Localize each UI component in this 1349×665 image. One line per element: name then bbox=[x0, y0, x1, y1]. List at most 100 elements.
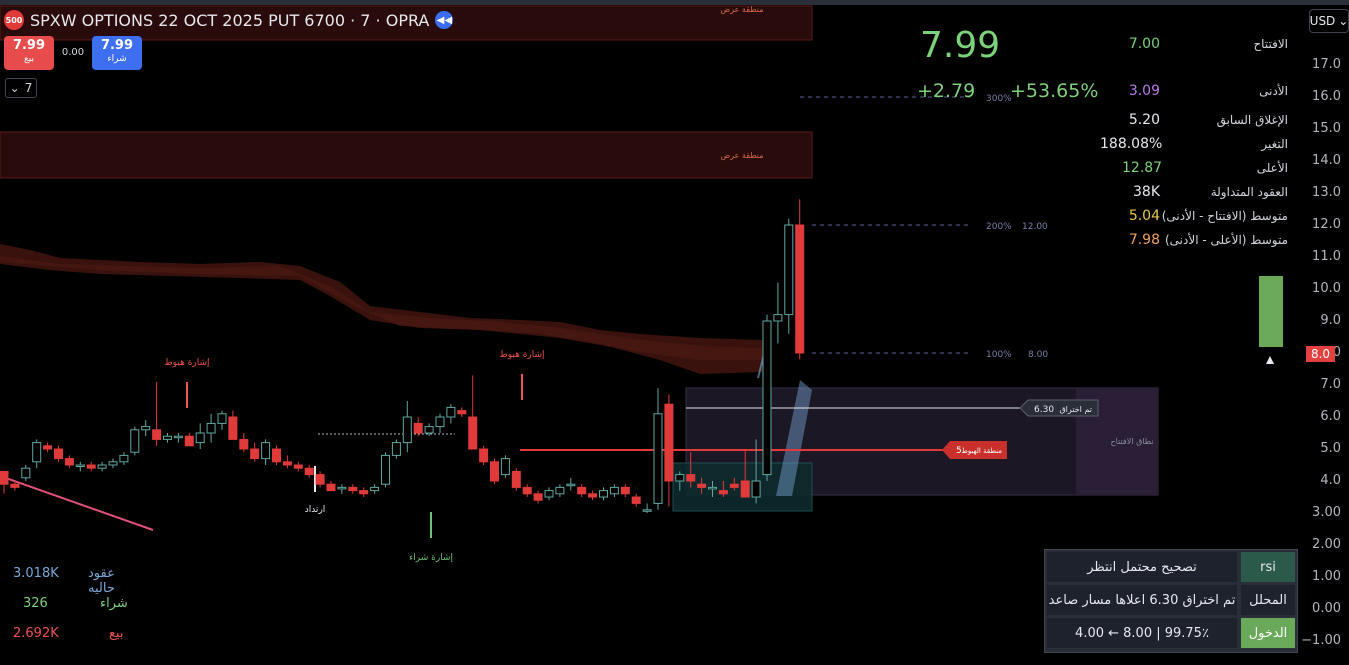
price-axis-tick: 2.00 bbox=[1312, 537, 1341, 552]
candle-body bbox=[566, 483, 576, 487]
candle-body bbox=[337, 486, 347, 490]
rsi-text: تصحيح محتمل انتظر bbox=[1047, 552, 1237, 582]
candle-body bbox=[206, 422, 216, 434]
candle-body bbox=[54, 448, 63, 460]
candle-body bbox=[97, 464, 107, 469]
price-axis-tick: 3.00 bbox=[1312, 505, 1341, 520]
candle-body bbox=[326, 483, 336, 492]
candle-body bbox=[0, 470, 9, 485]
candle-body bbox=[173, 435, 183, 439]
candle-body bbox=[740, 480, 750, 498]
buy-volume-label: شراء bbox=[100, 596, 128, 611]
downside-tag-label: منطقة الهبوط bbox=[961, 447, 1002, 455]
price-axis-tick: 17.0 bbox=[1312, 57, 1341, 72]
candle-body bbox=[708, 486, 717, 490]
candle-body bbox=[751, 480, 761, 498]
interval-selector[interactable]: ⌄ 7 bbox=[5, 78, 37, 98]
price-axis-tick: 15.0 bbox=[1312, 121, 1341, 136]
buy-label: شراء bbox=[107, 54, 127, 64]
candle-body bbox=[784, 224, 794, 316]
supply-zone-2-label: منطقة عرض bbox=[721, 151, 764, 160]
candle-body bbox=[609, 486, 619, 495]
currency-selector[interactable]: USD ⌄ bbox=[1309, 9, 1349, 33]
candle-body bbox=[577, 486, 587, 495]
candle-body bbox=[391, 442, 401, 456]
candle-body bbox=[402, 416, 412, 444]
stat-value: 38K bbox=[1133, 184, 1160, 200]
symbol-header[interactable]: 500 SPXW OPTIONS 22 OCT 2025 PUT 6700 · … bbox=[4, 9, 454, 31]
price-axis-tick: 16.0 bbox=[1312, 89, 1341, 104]
candle-body bbox=[141, 426, 151, 431]
candle-body bbox=[544, 490, 554, 498]
target-price-100: 8.00 bbox=[1028, 350, 1048, 360]
stat-label: العقود المتداولة bbox=[1210, 185, 1288, 199]
spx-logo-icon: 500 bbox=[4, 10, 24, 30]
target-price-200: 12.00 bbox=[1022, 222, 1048, 232]
trend-line bbox=[0, 475, 154, 531]
last-price: 7.99 bbox=[920, 25, 1001, 66]
candle-body bbox=[664, 403, 674, 482]
spread-value: 0.00 bbox=[61, 47, 85, 58]
sell-button[interactable]: 7.99 بيع bbox=[4, 36, 54, 70]
candle-body bbox=[468, 416, 478, 450]
chevron-down-icon: ⌄ bbox=[1338, 14, 1349, 28]
price-change-percent: +53.65% bbox=[1010, 80, 1099, 102]
candle-body bbox=[675, 474, 685, 482]
candle-body bbox=[718, 490, 728, 495]
candle-body bbox=[490, 461, 499, 482]
currency-value: USD bbox=[1309, 14, 1336, 28]
supply-zone-2 bbox=[0, 131, 813, 179]
breakout-tag: 6.30 تم اختراق bbox=[1019, 399, 1099, 417]
candle-body bbox=[500, 458, 510, 476]
sell-price: 7.99 bbox=[12, 38, 46, 53]
candle-body bbox=[282, 461, 292, 466]
stat-label: الأعلى bbox=[1256, 161, 1288, 175]
stat-value: 5.20 bbox=[1128, 112, 1160, 128]
analyst-row: تم اختراق 6.30 اعلاها مسار صاعد المحلل bbox=[1047, 585, 1295, 615]
price-axis-tick: 10.0 bbox=[1312, 281, 1341, 296]
candle-body bbox=[653, 413, 663, 504]
candle-body bbox=[228, 416, 238, 440]
sell-signal-2-label: إشارة هبوط bbox=[499, 350, 544, 360]
candle-body bbox=[64, 458, 74, 466]
candle-body bbox=[217, 413, 227, 424]
candle-body bbox=[43, 445, 53, 450]
candle-body bbox=[381, 454, 390, 485]
up-arrow-icon bbox=[1266, 356, 1274, 364]
stat-value: 188.08% bbox=[1100, 136, 1163, 152]
stat-value: 7.98 bbox=[1128, 232, 1160, 248]
candle-body bbox=[195, 432, 205, 444]
resistance-cloud bbox=[0, 244, 765, 374]
candle-body bbox=[435, 416, 445, 428]
replay-icon[interactable]: ◀◀ bbox=[435, 11, 454, 29]
price-axis-tick: 5.0 bbox=[1320, 441, 1341, 456]
candle-body bbox=[261, 442, 271, 460]
candle-body bbox=[522, 486, 532, 495]
candle-body bbox=[293, 464, 303, 469]
candle-body bbox=[424, 426, 434, 434]
candle-body bbox=[304, 467, 314, 476]
stat-value: 12.87 bbox=[1122, 160, 1163, 176]
candle-body bbox=[446, 406, 456, 418]
stat-label: متوسط (الأعلى - الأدنى) bbox=[1164, 233, 1288, 247]
buy-button[interactable]: 7.99 شراء bbox=[92, 36, 142, 70]
sell-signal-1-label: إشارة هبوط bbox=[164, 358, 209, 368]
downside-tag: 5 منطقة الهبوط bbox=[942, 441, 1007, 459]
open-range-label: نطاق الافتتاح bbox=[1110, 437, 1153, 446]
candle-body bbox=[86, 464, 96, 469]
candle-body bbox=[250, 448, 260, 460]
current-contracts-value: 3.018K bbox=[13, 566, 59, 581]
candle-body bbox=[511, 470, 521, 488]
breakout-tag-price: 6.30 bbox=[1034, 405, 1054, 415]
candle-body bbox=[359, 490, 369, 495]
stat-label: التغير bbox=[1261, 137, 1288, 151]
candle-body bbox=[795, 224, 805, 354]
chevron-down-icon: ⌄ bbox=[9, 81, 20, 95]
rsi-row: تصحيح محتمل انتظر rsi bbox=[1047, 552, 1295, 582]
stat-label: الإغلاق السابق bbox=[1216, 113, 1288, 127]
candle-body bbox=[479, 448, 489, 463]
stat-value: 3.09 bbox=[1128, 83, 1160, 99]
candle-body bbox=[75, 464, 85, 467]
buy-signal-label: إشارة شراء bbox=[409, 553, 453, 563]
candle-body bbox=[533, 493, 543, 501]
